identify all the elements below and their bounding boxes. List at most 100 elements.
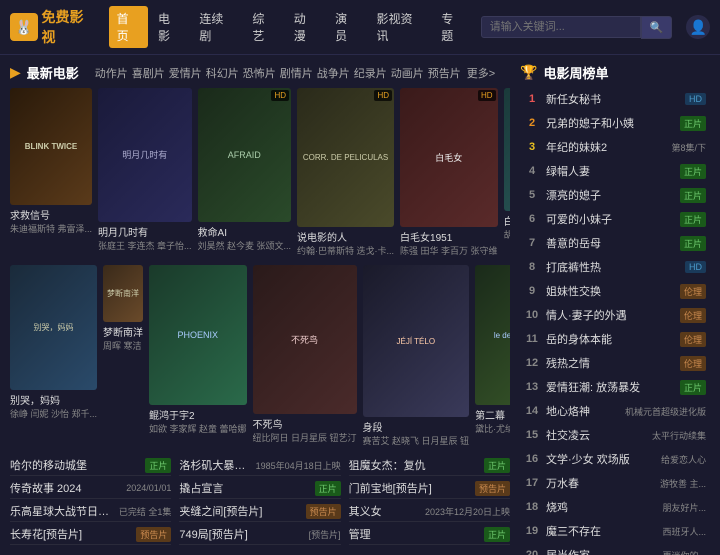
movie-card-9[interactable]: 梦断南洋 梦断南洋 周晖 寒洁 (103, 265, 143, 447)
list-section: 哈尔的移动城堡正片 洛杉矶大暴乱 19921985年04月18日上映 狙魔女杰：… (10, 455, 510, 547)
section-title: 最新电影 (27, 63, 79, 82)
movie-sub-2: 张庭王 李连杰 章子怡... (98, 239, 192, 252)
nav-movies[interactable]: 电影 (150, 6, 189, 48)
list-item-6[interactable]: 门前宝地[预告片]预告片 (349, 478, 510, 499)
ranking-item-18[interactable]: 18烧鸡朋友好片... (520, 496, 710, 518)
list-item-9[interactable]: 其义女2023年12月20日上映 (349, 501, 510, 522)
list-item-11[interactable]: 749局[预告片][预告片] (179, 524, 340, 545)
header: 🐰 免费影视 首页 电影 连续剧 综艺 动漫 演员 影视资讯 专题 🔍 👤 (0, 0, 720, 55)
genre-doc[interactable]: 纪录片 (354, 65, 387, 81)
movie-card-10[interactable]: PHOENIX 鲲鸿于宇2 如欲 李家辉 赵童 蕾哈娜 (149, 265, 247, 447)
section-title-area: ▶ 最新电影 (10, 63, 79, 82)
list-item-3[interactable]: 狙魔女杰：复仇正片 (349, 455, 510, 476)
ranking-item-19[interactable]: 19魔三不存在西班牙人... (520, 520, 710, 542)
movie-title-13: 第二幕 (475, 407, 510, 422)
movie-card-12[interactable]: JÉJÍ TÉLO 身段 赛苦艾 赵晓飞 日月星辰 钮 (363, 265, 470, 447)
nav-anime[interactable]: 动漫 (286, 6, 325, 48)
ranking-item-8[interactable]: 8打底裤性热HD (520, 256, 710, 278)
nav-series[interactable]: 连续剧 (191, 6, 242, 48)
genre-comedy[interactable]: 喜剧片 (132, 65, 165, 81)
movie-sub-10: 如欲 李家辉 赵童 蕾哈娜 (149, 422, 247, 435)
movie-title-10: 鲲鸿于宇2 (149, 407, 247, 422)
ranking-item-10[interactable]: 10情人·妻子的外遇伦理 (520, 304, 710, 326)
genre-romance[interactable]: 爱情片 (169, 65, 202, 81)
movie-card-1[interactable]: BLINK TWICE 求救信号 朱迪福斯特 弗雷泽... (10, 88, 92, 257)
movies-icon: ▶ (10, 64, 21, 81)
ranking-item-15[interactable]: 15社交凌云太平行动续集 (520, 424, 710, 446)
movie-title-1: 求救信号 (10, 207, 92, 222)
ranking-item-9[interactable]: 9姐妹性交换伦理 (520, 280, 710, 302)
search-bar: 🔍 (481, 16, 673, 39)
movie-grid-row1: BLINK TWICE 求救信号 朱迪福斯特 弗雷泽... 明月几时有 明月几时… (10, 88, 510, 257)
list-item-5[interactable]: 撬占宣言正片 (179, 478, 340, 499)
movie-card-8[interactable]: 别哭，妈妈 别哭，妈妈 徐峥 闫妮 沙怡 郑千... (10, 265, 97, 447)
movie-card-3[interactable]: AFRAIDHD 救命AI 刘昊然 赵今麦 张颂文... (198, 88, 292, 257)
nav-variety[interactable]: 综艺 (244, 6, 283, 48)
movie-title-2: 明月几时有 (98, 224, 192, 239)
movie-card-5[interactable]: 白毛女HD 白毛女1951 陈强 田华 李百万 张守维 (400, 88, 498, 257)
user-icon[interactable]: 👤 (686, 15, 710, 39)
ranking-item-2[interactable]: 2兄弟的媳子和小姨正片 (520, 112, 710, 134)
ranking-icon: 🏆 (520, 64, 537, 81)
genre-action[interactable]: 动作片 (95, 65, 128, 81)
more-genres-button[interactable]: 更多> (467, 65, 495, 81)
ranking-item-20[interactable]: 20居当作家更迷你的... (520, 544, 710, 555)
movie-thumb-3: AFRAIDHD (198, 88, 292, 222)
movie-card-4[interactable]: CORR. DE PELICULASHD 说电影的人 约翰·巴蒂斯特 迭戈·卡.… (297, 88, 394, 257)
genre-drama[interactable]: 剧情片 (280, 65, 313, 81)
movie-title-4: 说电影的人 (297, 229, 394, 244)
ranking-item-3[interactable]: 3年纪的妹妹2第8集/下 (520, 136, 710, 158)
list-item-1[interactable]: 哈尔的移动城堡正片 (10, 455, 171, 476)
movie-thumb-1: BLINK TWICE (10, 88, 92, 205)
movie-thumb-9: 梦断南洋 (103, 265, 143, 322)
ranking-item-12[interactable]: 12残热之情伦理 (520, 352, 710, 374)
nav-special[interactable]: 专题 (433, 6, 472, 48)
nav-home[interactable]: 首页 (109, 6, 148, 48)
ranking-item-4[interactable]: 4绿帽人妻正片 (520, 160, 710, 182)
movie-title-6: 白毛女1972 (504, 213, 510, 228)
genre-anime[interactable]: 动画片 (391, 65, 424, 81)
list-item-12[interactable]: 管理正片 (349, 524, 510, 545)
ranking-item-16[interactable]: 16文学·少女 欢场版给爱恋人心 (520, 448, 710, 470)
ranking-item-6[interactable]: 6可爱的小妹子正片 (520, 208, 710, 230)
nav-actors[interactable]: 演员 (327, 6, 366, 48)
ranking-list: 1新任女秘书HD 2兄弟的媳子和小姨正片 3年纪的妹妹2第8集/下 4绿帽人妻正… (520, 88, 710, 555)
genre-trailer[interactable]: 预告片 (428, 65, 461, 81)
list-item-2[interactable]: 洛杉矶大暴乱 19921985年04月18日上映 (179, 455, 340, 476)
genre-tags: 动作片 喜剧片 爱情片 科幻片 恐怖片 剧情片 战争片 纪录片 动画片 预告片 … (95, 65, 495, 81)
search-button[interactable]: 🔍 (641, 16, 673, 39)
ranking-item-11[interactable]: 11岳的身体本能伦理 (520, 328, 710, 350)
movie-card-2[interactable]: 明月几时有 明月几时有 张庭王 李连杰 章子怡... (98, 88, 192, 257)
movie-sub-6: 胡松华 石钟琴 茅惠芳 (504, 228, 510, 241)
list-item-4[interactable]: 传奇故事 20242024/01/01 (10, 478, 171, 499)
ranking-item-7[interactable]: 7善意的岳母正片 (520, 232, 710, 254)
list-item-10[interactable]: 长寿花[预告片]预告片 (10, 524, 171, 545)
left-section: ▶ 最新电影 动作片 喜剧片 爱情片 科幻片 恐怖片 剧情片 战争片 纪录片 动… (10, 63, 510, 547)
genre-scifi[interactable]: 科幻片 (206, 65, 239, 81)
movie-title-3: 救命AI (198, 224, 292, 239)
movie-sub-8: 徐峥 闫妮 沙怡 郑千... (10, 407, 97, 420)
movie-sub-13: 黛比·尤纳尔 林拂辰 林拂 (475, 422, 510, 435)
section-header: ▶ 最新电影 动作片 喜剧片 爱情片 科幻片 恐怖片 剧情片 战争片 纪录片 动… (10, 63, 510, 82)
movie-card-11[interactable]: 不死鸟 不死鸟 纽比阿日 日月星辰 钮艺汀 (253, 265, 357, 447)
movie-card-13[interactable]: le deuxième acte 第二幕 黛比·尤纳尔 林拂辰 林拂 (475, 265, 510, 447)
logo-text: 免费影视 (42, 7, 97, 47)
ranking-item-5[interactable]: 5漂亮的媳子正片 (520, 184, 710, 206)
main-nav: 首页 电影 连续剧 综艺 动漫 演员 影视资讯 专题 (109, 6, 473, 48)
ranking-item-17[interactable]: 17万水春游牧善 主... (520, 472, 710, 494)
ranking-item-1[interactable]: 1新任女秘书HD (520, 88, 710, 110)
genre-war[interactable]: 战争片 (317, 65, 350, 81)
ranking-header: 🏆 电影周榜单 (520, 63, 710, 82)
genre-horror[interactable]: 恐怖片 (243, 65, 276, 81)
search-input[interactable] (481, 16, 641, 38)
movie-title-5: 白毛女1951 (400, 229, 498, 244)
movie-title-9: 梦断南洋 (103, 324, 143, 339)
movie-sub-4: 约翰·巴蒂斯特 迭戈·卡... (297, 244, 394, 257)
ranking-item-13[interactable]: 13爱情狂潮: 放荡暴发正片 (520, 376, 710, 398)
movie-card-6[interactable]: 白毛女1972 白毛女1972 胡松华 石钟琴 茅惠芳 (504, 88, 510, 257)
nav-news[interactable]: 影视资讯 (369, 6, 432, 48)
movie-title-12: 身段 (363, 419, 470, 434)
list-item-8[interactable]: 夹缝之间[预告片]预告片 (179, 501, 340, 522)
ranking-item-14[interactable]: 14地心烙神机械元首超级进化版 (520, 400, 710, 422)
list-item-7[interactable]: 乐高星球大战节日特送已完结 全1集 (10, 501, 171, 522)
